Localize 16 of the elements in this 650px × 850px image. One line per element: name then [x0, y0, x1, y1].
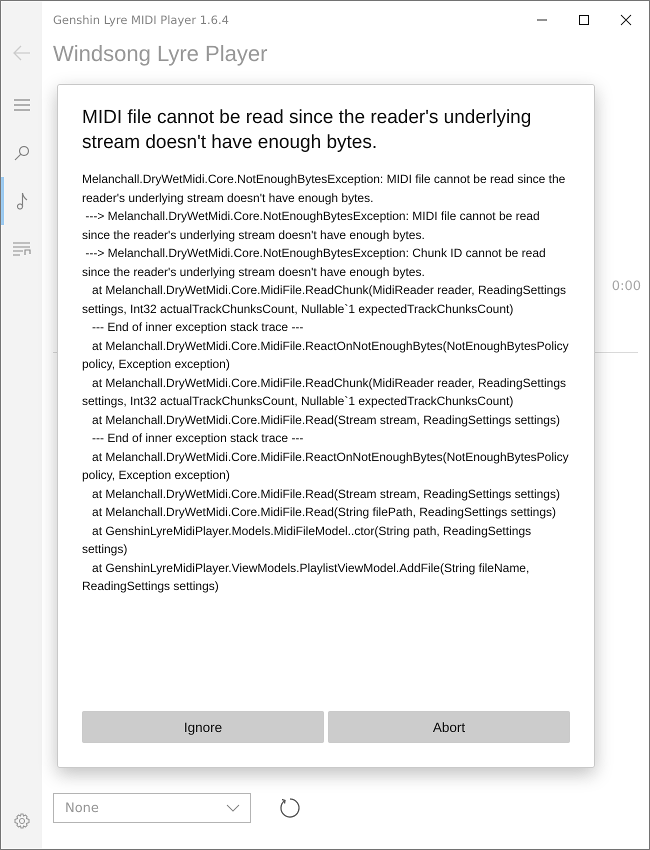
- settings-icon[interactable]: [14, 813, 30, 829]
- music-note-icon: [16, 192, 28, 210]
- search-icon: [14, 145, 30, 161]
- dialog-title: MIDI file cannot be read since the reader's underlying stream doesn't have enough bytes.: [82, 106, 532, 155]
- chevron-down-icon: [226, 804, 240, 812]
- dialog-button[interactable]: Abort: [328, 711, 570, 743]
- menu-icon: [14, 99, 30, 111]
- dialog-button[interactable]: Ignore: [82, 711, 324, 743]
- time-label: 0:00: [612, 279, 641, 294]
- refresh-icon[interactable]: [279, 797, 301, 819]
- close-icon[interactable]: [620, 14, 632, 26]
- playlist-icon: [12, 242, 30, 256]
- maximize-icon[interactable]: [578, 14, 590, 26]
- exception-details: Melanchall.DryWetMidi.Core.NotEnoughBytesException: MIDI file cannot be read since the reader's underlying stream doesn't have enough bytes. ---> Melanchall.DryWetMidi.Core.NotEnoughBytesException: MIDI file cannot be read since the reader's underlying stream doesn't have enough bytes. ---> Melanchall.DryWetMidi.Core.NotEnoughBytesException: Chunk ID cannot be read since the reader's underlying stream doesn't have enough bytes. at Melanchall.DryWetMidi.Core.MidiFile.ReadChunk(MidiReader reader, ReadingSettings settings, Int32 actualTrackChunksCount, Nullable`1 expectedTrackChunksCount) --- End of inner exception stack trace --- at Melanchall.DryWetMidi.Core.MidiFile.ReactOnNotEnoughBytes(NotEnoughBytesPolicy policy, Exception exception) at Melanchall.DryWetMidi.Core.MidiFile.ReadChunk(MidiReader reader, ReadingSettings settings, Int32 actualTrackChunksCount, Nullable`1 expectedTrackChunksCount) at Melanchall.DryWetMidi.Core.MidiFile.Read(Stream stream, ReadingSettings settings) --- End of inner exception stack trace --- at Melanchall.DryWetMidi.Core.MidiFile.ReactOnNotEnoughBytes(NotEnoughBytesPolicy policy, Exception exception) at Melanchall.DryWetMidi.Core.MidiFile.Read(Stream stream, ReadingSettings settings) at Melanchall.DryWetMidi.Core.MidiFile.Read(String filePath, ReadingSettings settings) at GenshinLyreMidiPlayer.Models.MidiFileModel..ctor(String path, ReadingSettings settings) at GenshinLyreMidiPlayer.ViewModels.PlaylistViewModel.AddFile(String fileName, ReadingSettings settings): [82, 171, 570, 595]
- page-title: Windsong Lyre Player: [53, 41, 268, 67]
- window-title: Genshin Lyre MIDI Player 1.6.4: [53, 13, 230, 27]
